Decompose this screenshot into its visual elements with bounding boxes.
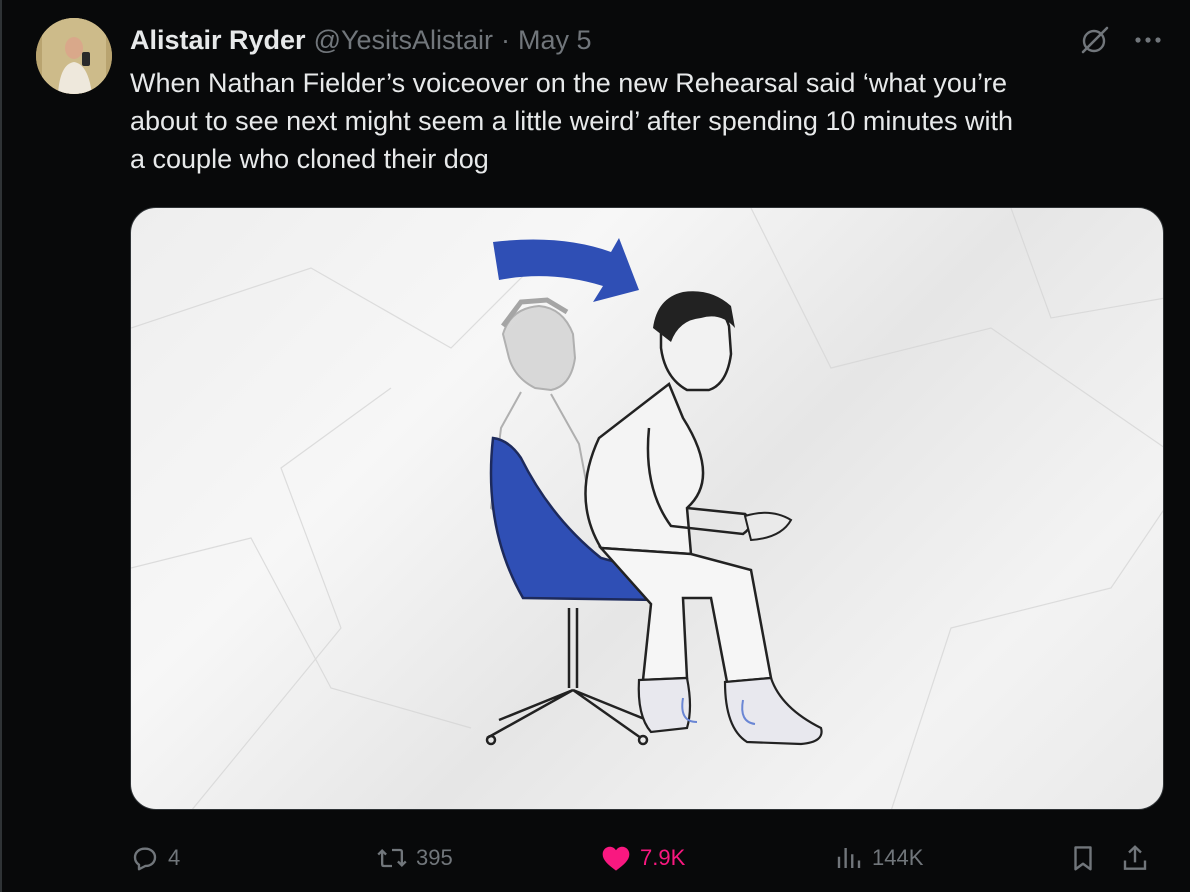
bookmark-icon [1074, 846, 1092, 871]
like-count: 7.9K [640, 845, 686, 870]
heart-icon [602, 846, 630, 871]
tweet-top-icons [1078, 22, 1164, 58]
share-icon [1123, 845, 1147, 870]
views-icon [837, 848, 861, 868]
tweet-media-image[interactable] [130, 207, 1164, 810]
reply-button[interactable]: 4 [130, 836, 180, 880]
tweet-actions-bar: 4 395 7.9K 144K [130, 836, 1164, 880]
tweet-text: When Nathan Fielder’s voiceover on the n… [130, 68, 1013, 174]
avatar[interactable] [36, 18, 112, 94]
views-button[interactable]: 144K [834, 836, 923, 880]
like-button[interactable]: 7.9K [600, 836, 685, 880]
reply-icon [133, 847, 157, 871]
display-name[interactable]: Alistair Ryder [130, 22, 306, 58]
handle[interactable]: @YesitsAlistair [314, 22, 493, 58]
repost-count: 395 [416, 845, 453, 870]
views-count: 144K [872, 845, 924, 870]
share-button[interactable] [1120, 836, 1150, 880]
grok-icon[interactable] [1078, 23, 1112, 57]
bookmark-button[interactable] [1068, 836, 1098, 880]
tweet-header: Alistair Ryder @YesitsAlistair · May 5 [130, 22, 592, 58]
retweet-icon [377, 848, 407, 868]
timestamp[interactable]: May 5 [518, 22, 592, 58]
more-icon[interactable] [1132, 24, 1164, 56]
repost-button[interactable]: 395 [376, 836, 453, 880]
left-border [0, 0, 2, 892]
separator: · [501, 25, 511, 55]
reply-count: 4 [168, 845, 181, 870]
